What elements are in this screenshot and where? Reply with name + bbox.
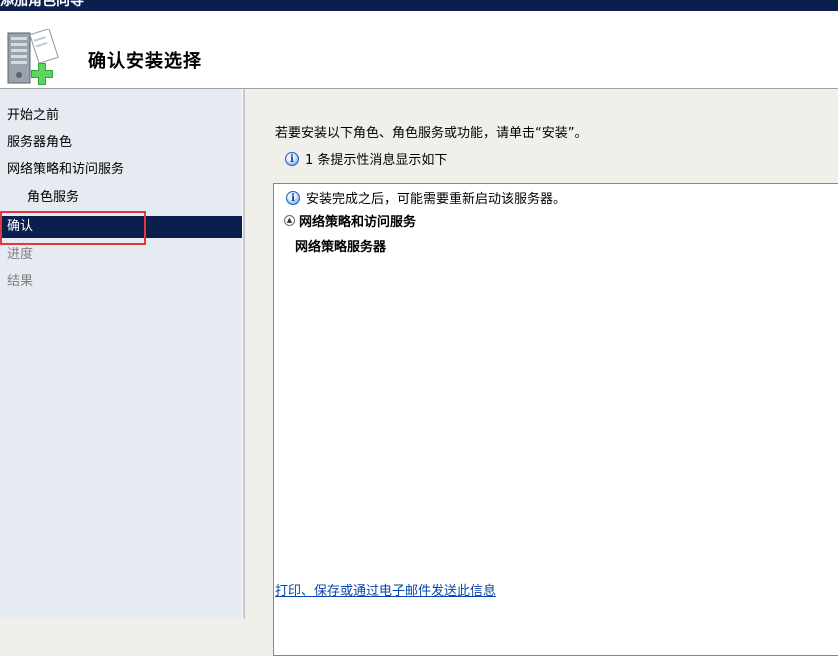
wizard-header: 确认安装选择 — [0, 11, 838, 88]
window-title: 添加角色向导 — [0, 0, 84, 9]
sidebar-item-network-policy-access[interactable]: 网络策略和访问服务 — [0, 159, 242, 181]
restart-notice-text: 安装完成之后，可能需要重新启动该服务器。 — [306, 192, 567, 207]
instruction-text: 若要安装以下角色、角色服务或功能，请单击“安装”。 — [275, 126, 588, 141]
server-add-icon — [7, 29, 59, 85]
info-message: i 1 条提示性消息显示如下 — [285, 149, 447, 168]
section-header[interactable]: ▲ 网络策略和访问服务 — [284, 211, 416, 230]
sidebar-item-confirmation[interactable]: 确认 — [0, 216, 242, 238]
section-title: 网络策略和访问服务 — [299, 215, 417, 230]
sidebar-item-before-you-begin[interactable]: 开始之前 — [0, 105, 242, 127]
info-icon: i — [285, 151, 299, 166]
wizard-sidebar: 开始之前 服务器角色 网络策略和访问服务 角色服务 确认 进度 结果 — [0, 89, 242, 619]
info-icon: i — [286, 190, 300, 205]
sidebar-item-server-roles[interactable]: 服务器角色 — [0, 132, 242, 154]
sidebar-item-results: 结果 — [7, 274, 34, 289]
restart-notice: i 安装完成之后，可能需要重新启动该服务器。 — [286, 188, 566, 207]
wizard-content: 若要安装以下角色、角色服务或功能，请单击“安装”。 i 1 条提示性消息显示如下… — [245, 89, 838, 656]
summary-item: 网络策略服务器 — [295, 240, 387, 255]
print-save-email-link[interactable]: 打印、保存或通过电子邮件发送此信息 — [275, 580, 496, 599]
collapse-icon[interactable]: ▲ — [284, 215, 295, 226]
page-title: 确认安装选择 — [88, 51, 202, 72]
sidebar-item-progress: 进度 — [7, 247, 34, 262]
sidebar-item-role-services[interactable]: 角色服务 — [0, 187, 242, 209]
window-title-bar[interactable]: 添加角色向导 — [0, 0, 838, 11]
info-message-text: 1 条提示性消息显示如下 — [305, 153, 448, 168]
